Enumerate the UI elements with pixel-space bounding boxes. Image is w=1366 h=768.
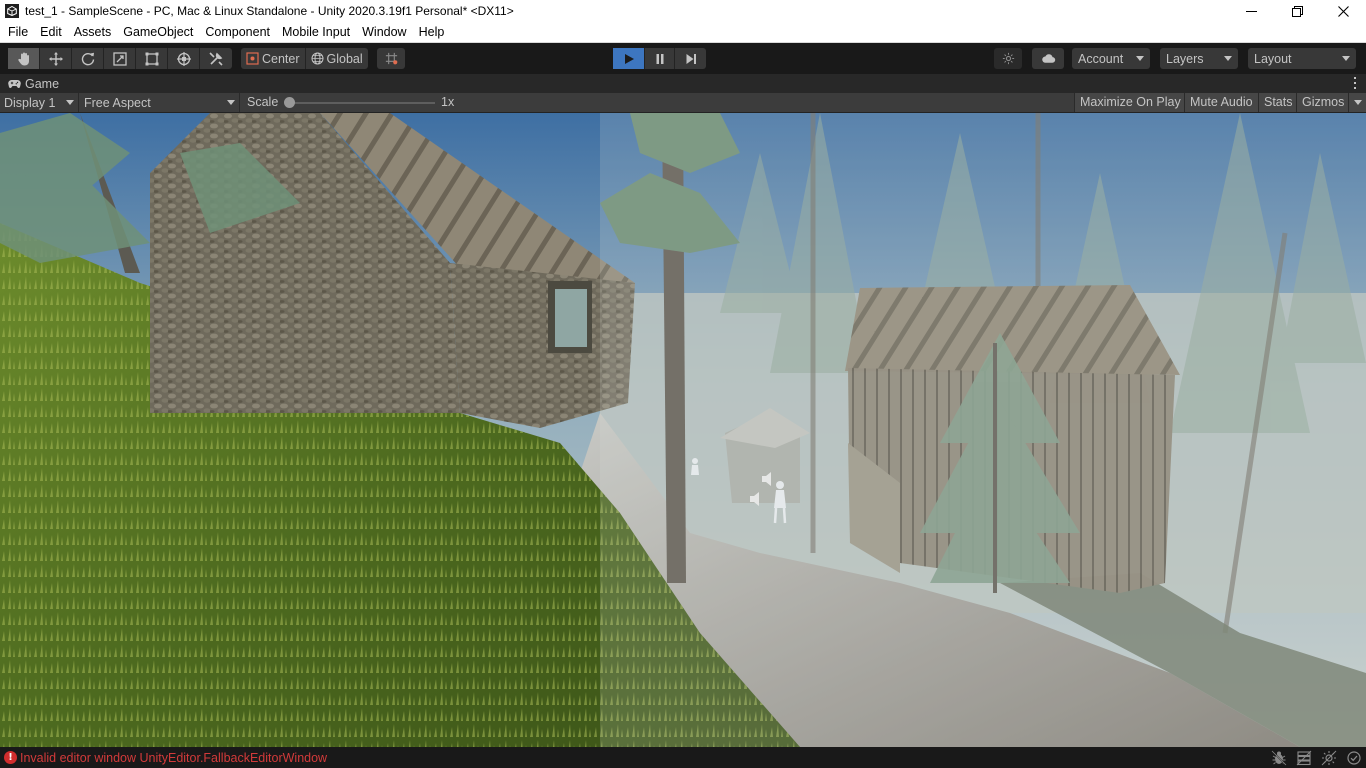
scale-slider-thumb[interactable] — [284, 97, 295, 108]
restore-icon — [1291, 5, 1303, 17]
display-label: Display 1 — [4, 95, 56, 110]
gizmos-dropdown[interactable] — [1348, 93, 1366, 112]
mute-audio-toggle[interactable]: Mute Audio — [1184, 93, 1258, 112]
pivot-mode-toggle[interactable]: Center — [241, 48, 306, 69]
scale-label: Scale — [247, 95, 279, 109]
globe-icon — [311, 52, 324, 65]
scale-value: 1x — [441, 95, 455, 109]
account-dropdown[interactable]: Account — [1072, 48, 1150, 69]
game-tab-bar: Game — [0, 74, 1366, 93]
pause-button[interactable] — [644, 48, 675, 69]
pivot-toggles: Center Global — [241, 48, 368, 69]
pivot-mode-label: Center — [262, 51, 300, 66]
menu-assets[interactable]: Assets — [70, 22, 116, 42]
grid-snap-icon — [385, 52, 397, 65]
cloud-button[interactable] — [1032, 48, 1064, 69]
rotate-tool-icon — [81, 52, 94, 65]
gizmos-toggle[interactable]: Gizmos — [1296, 93, 1350, 112]
collab-icon — [1002, 52, 1014, 65]
aspect-dropdown[interactable]: Free Aspect — [80, 93, 240, 112]
menu-mobile-input[interactable]: Mobile Input — [278, 22, 354, 42]
collab-button[interactable] — [994, 48, 1022, 69]
chevron-down-icon — [1342, 56, 1350, 61]
chevron-down-icon — [66, 100, 74, 105]
game-view-viewport[interactable] — [0, 113, 1366, 747]
status-message[interactable]: Invalid editor window UnityEditor.Fallba… — [20, 751, 327, 765]
menu-help[interactable]: Help — [415, 22, 449, 42]
minimize-icon — [1245, 10, 1257, 12]
transform-tools — [8, 48, 232, 69]
scale-slider-track[interactable] — [287, 102, 435, 104]
account-label: Account — [1078, 51, 1124, 66]
grid-snap-toggle[interactable] — [377, 48, 405, 69]
gamepad-icon — [8, 79, 21, 88]
stats-toggle[interactable]: Stats — [1258, 93, 1298, 112]
window-title-bar: test_1 - SampleScene - PC, Mac & Linux S… — [0, 0, 1366, 22]
play-icon — [624, 53, 634, 64]
menu-edit[interactable]: Edit — [36, 22, 66, 42]
main-toolbar: Center Global Account Layers Layout — [0, 43, 1366, 74]
auto-generate-lighting-icon[interactable] — [1321, 750, 1337, 766]
chevron-down-icon — [227, 100, 235, 105]
step-icon — [686, 53, 696, 64]
move-tool-icon — [48, 51, 63, 66]
scale-tool-icon — [112, 51, 127, 66]
window-title: test_1 - SampleScene - PC, Mac & Linux S… — [25, 4, 514, 18]
menu-file[interactable]: File — [4, 22, 32, 42]
play-button[interactable] — [613, 48, 644, 69]
tab-options-menu[interactable] — [1352, 76, 1358, 90]
hand-tool-icon — [17, 52, 29, 65]
status-bar: ! Invalid editor window UnityEditor.Fall… — [0, 747, 1366, 768]
rect-tool-button[interactable] — [136, 48, 168, 69]
step-button[interactable] — [675, 48, 706, 69]
pause-icon — [656, 53, 663, 64]
game-view-toolbar: Display 1 Free Aspect Scale 1x Maximize … — [0, 93, 1366, 113]
pivot-rotation-toggle[interactable]: Global — [306, 48, 368, 69]
status-right-icons — [1271, 749, 1362, 766]
hand-tool-button[interactable] — [8, 48, 40, 69]
custom-tool-icon — [209, 51, 223, 66]
unity-logo-icon — [5, 4, 19, 18]
layout-label: Layout — [1254, 51, 1292, 66]
restore-button[interactable] — [1274, 0, 1320, 22]
transform-tool-icon — [176, 51, 191, 66]
tab-game[interactable]: Game — [0, 77, 59, 91]
chevron-down-icon — [1224, 56, 1232, 61]
cache-server-icon[interactable] — [1296, 750, 1312, 766]
chevron-down-icon — [1353, 100, 1362, 105]
transform-tool-button[interactable] — [168, 48, 200, 69]
menu-gameobject[interactable]: GameObject — [119, 22, 197, 42]
bug-icon[interactable] — [1271, 749, 1287, 766]
progress-check-icon[interactable] — [1346, 750, 1362, 766]
cloud-icon — [1041, 54, 1055, 63]
menu-window[interactable]: Window — [358, 22, 410, 42]
close-button[interactable] — [1320, 0, 1366, 22]
scale-tool-button[interactable] — [104, 48, 136, 69]
close-icon — [1337, 5, 1349, 17]
pivot-rotation-label: Global — [326, 51, 363, 66]
aspect-label: Free Aspect — [84, 95, 151, 110]
move-tool-button[interactable] — [40, 48, 72, 69]
game-scene-render — [0, 113, 1366, 747]
rect-tool-icon — [145, 52, 158, 65]
maximize-on-play-toggle[interactable]: Maximize On Play — [1074, 93, 1186, 112]
menu-bar: File Edit Assets GameObject Component Mo… — [0, 22, 1366, 43]
rotate-tool-button[interactable] — [72, 48, 104, 69]
display-dropdown[interactable]: Display 1 — [0, 93, 79, 112]
pivot-center-icon — [246, 52, 259, 65]
layers-dropdown[interactable]: Layers — [1160, 48, 1238, 69]
layers-label: Layers — [1166, 51, 1204, 66]
error-icon: ! — [4, 751, 17, 764]
chevron-down-icon — [1136, 56, 1144, 61]
custom-tool-button[interactable] — [200, 48, 232, 69]
play-controls — [613, 48, 706, 69]
minimize-button[interactable] — [1228, 0, 1274, 22]
tab-game-label: Game — [25, 76, 60, 91]
layout-dropdown[interactable]: Layout — [1248, 48, 1356, 69]
menu-component[interactable]: Component — [201, 22, 274, 42]
